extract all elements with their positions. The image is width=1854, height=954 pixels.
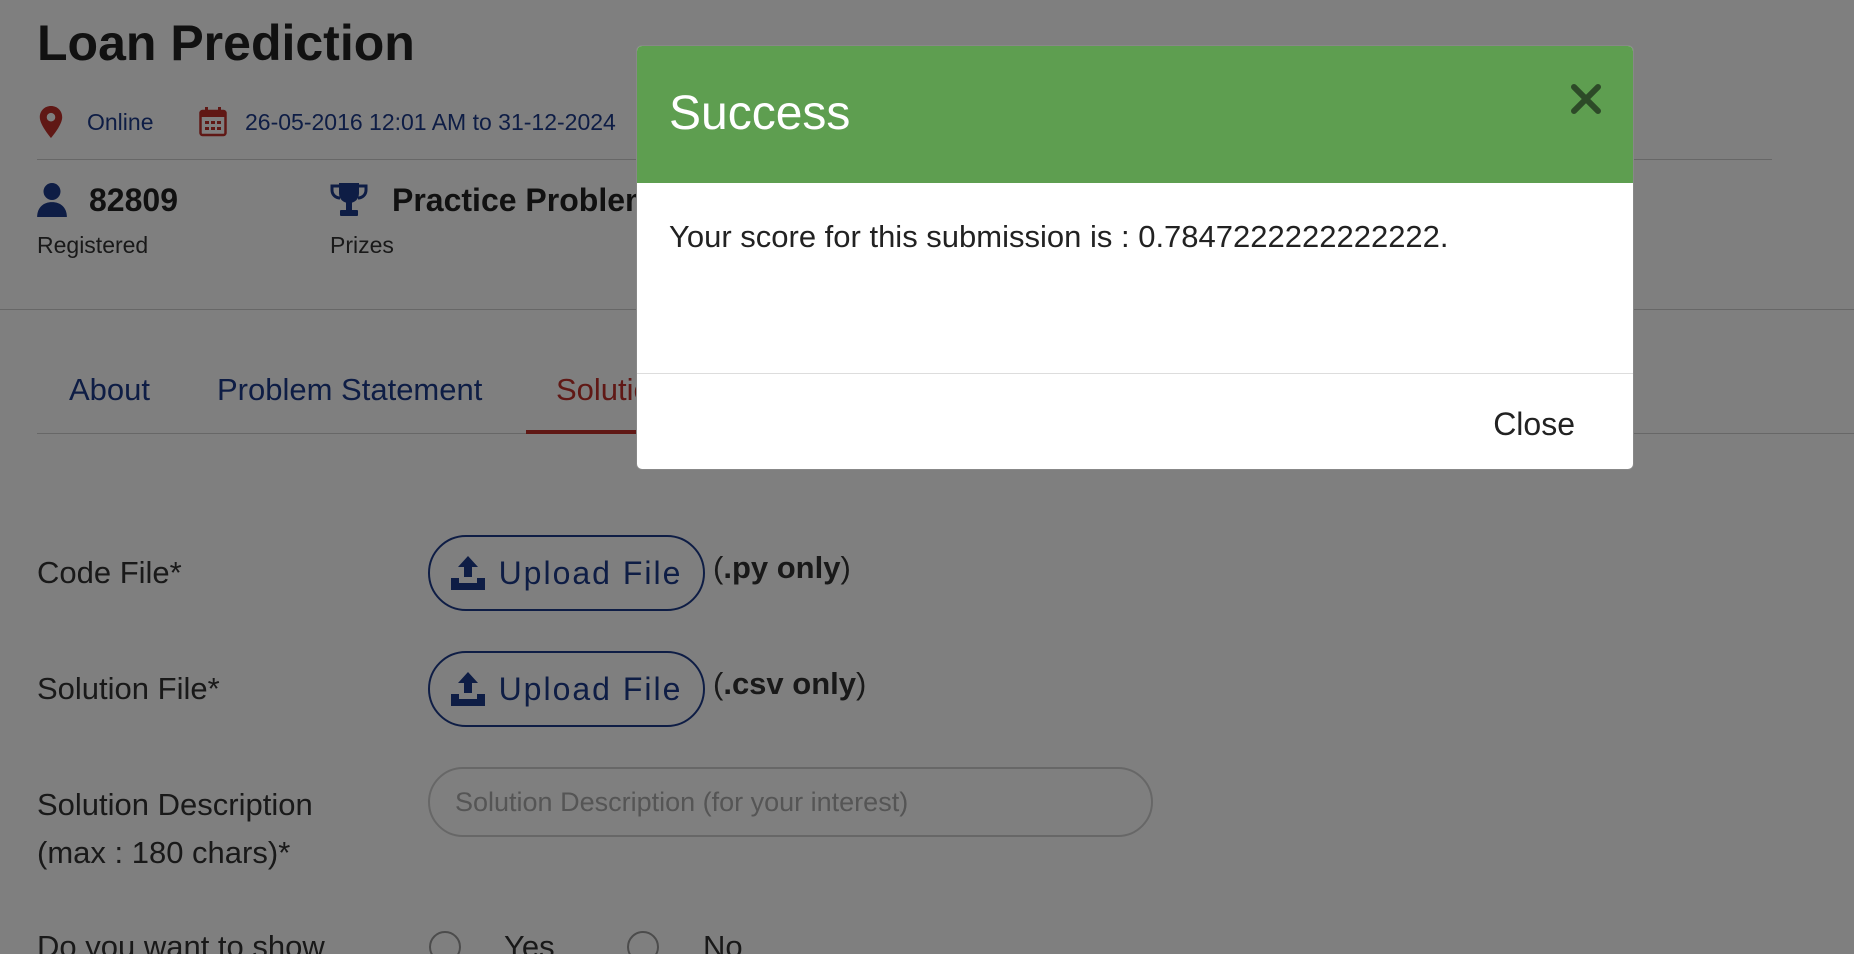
modal-header: Success (637, 46, 1633, 183)
close-icon[interactable] (1569, 82, 1603, 116)
score-message: Your score for this submission is : 0.78… (669, 219, 1449, 254)
modal-footer: Close (637, 374, 1633, 469)
close-button[interactable]: Close (1493, 406, 1575, 443)
success-modal: Success Your score for this submission i… (636, 45, 1634, 470)
modal-body: Your score for this submission is : 0.78… (637, 183, 1633, 374)
modal-title: Success (669, 87, 851, 140)
